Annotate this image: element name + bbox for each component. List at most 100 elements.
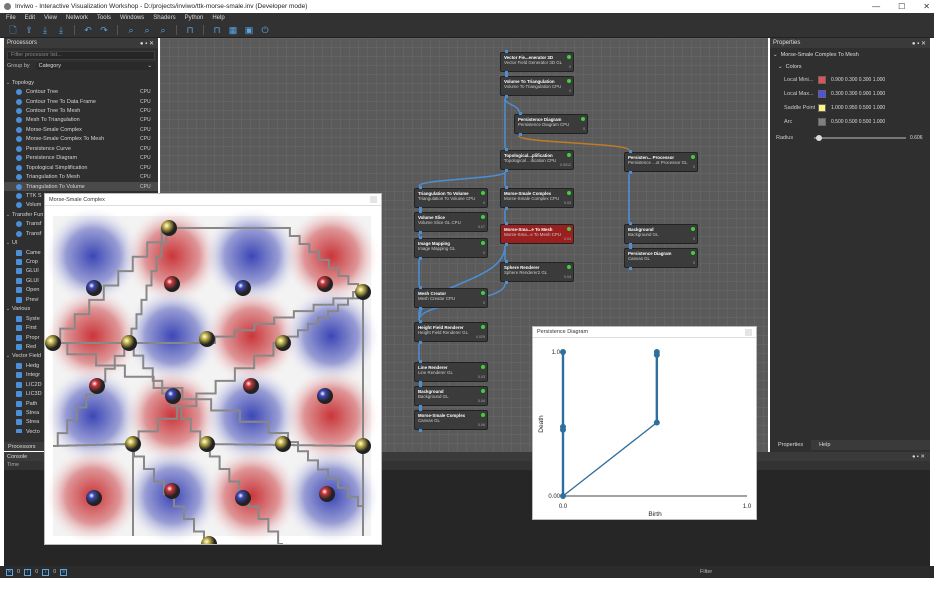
menu-edit[interactable]: Edit [25,15,35,21]
console-filter-label[interactable]: Filter [700,569,712,575]
tab-help[interactable]: Help [811,440,838,450]
tree-item[interactable]: Triangulation To Mesh CPU [4,172,158,181]
undo-icon[interactable]: ↶ [83,25,93,35]
inport[interactable] [419,408,422,411]
outport[interactable] [629,171,632,174]
info-icon[interactable]: i [42,568,50,576]
inport[interactable] [519,112,522,115]
outport[interactable] [505,207,508,210]
outport[interactable] [505,243,508,246]
group-by-select[interactable]: Category ⌄ [35,61,155,70]
processor-node[interactable]: Sphere Renderer Sphere Renderer2 GL 0.04 [500,260,574,284]
close-window-button[interactable]: ✕ [923,2,930,11]
tree-item[interactable]: Contour Tree To Mesh CPU [4,106,158,115]
processor-node[interactable]: Vector Fie...enerator 3D Vector Field Gen… [500,50,574,74]
inport[interactable] [505,50,508,53]
radius-slider-handle[interactable] [815,135,822,141]
open-icon[interactable]: ⇪ [24,25,34,35]
inport[interactable] [629,222,632,225]
processor-node[interactable]: Persistence Diagram Canvas GL 0 [624,246,698,270]
processor-node[interactable]: Height Field Renderer Height Field Render… [414,320,488,344]
save-icon[interactable]: ⤓ [40,25,50,35]
tree-item[interactable]: Persistence Curve CPU [4,144,158,153]
color-swatch[interactable] [818,90,826,98]
close-icon[interactable] [370,196,377,203]
inport[interactable] [419,384,422,387]
save-as-icon[interactable]: ⤓ [56,25,66,35]
chevron-down-icon[interactable]: ⌄ [4,306,12,312]
processor-node[interactable]: Background Background GL 0 [624,222,698,246]
inport[interactable] [505,222,508,225]
tree-item[interactable]: Persistence Diagram CPU [4,154,158,163]
processor-node[interactable]: Background Background GL 0.04 [414,384,488,408]
morse-smale-canvas-window[interactable]: Morse-Smale Complex [43,193,382,552]
lock-icon[interactable]: ⊓ [212,25,222,35]
menu-view[interactable]: View [44,15,57,21]
color-property-value[interactable]: 1.000 0.950 0.500 1.000 [831,105,885,111]
color-property-value[interactable]: 0.300 0.300 0.900 1.000 [831,91,885,97]
outport[interactable] [419,429,422,432]
warning-icon[interactable]: ! [24,568,32,576]
error-icon[interactable]: ✕ [6,568,13,576]
inport[interactable] [505,148,508,151]
colors-group-header[interactable]: ⌄ Colors [770,61,930,73]
tree-item[interactable]: Contour Tree CPU [4,87,158,96]
tree-category[interactable]: ⌄ Topology [4,78,158,87]
processor-filter-input[interactable]: Filter processor list... [7,51,155,60]
tree-item[interactable]: Topological Simplification CPU [4,163,158,172]
processor-node[interactable]: Morse-Smale Complex Canvas GL 0.06 [414,408,488,432]
color-swatch[interactable] [818,104,826,112]
dock-controls-icon[interactable]: ● ▪ ✕ [912,40,926,47]
clear-log-icon[interactable]: ≡ [60,568,68,576]
color-swatch[interactable] [818,118,826,126]
new-file-icon[interactable]: 🗋 [8,25,18,35]
inport[interactable] [419,360,422,363]
tree-item[interactable]: Morse-Smale Complex CPU [4,125,158,134]
chevron-down-icon[interactable]: ⌄ [4,240,12,246]
color-swatch[interactable] [818,76,826,84]
chevron-down-icon[interactable]: ⌄ [4,80,12,86]
processor-node[interactable]: Persisten... Processor Persistence ...ot … [624,150,698,174]
maximize-button[interactable]: ☐ [898,2,905,11]
tree-item[interactable]: Morse-Smale Complex To Mesh CPU [4,135,158,144]
tree-item[interactable]: Triangulation To Volume CPU [4,181,158,192]
redo-icon[interactable]: ↷ [99,25,109,35]
outport[interactable] [629,267,632,270]
radius-slider[interactable] [814,135,906,141]
inport[interactable] [629,150,632,153]
tree-item[interactable]: Mesh To Triangulation CPU [4,116,158,125]
tree-item[interactable]: Contour Tree To Data Frame CPU [4,97,158,106]
inport[interactable] [419,186,422,189]
inport[interactable] [505,74,508,77]
dock-controls-icon[interactable]: ● ▪ ✕ [140,40,154,47]
outport[interactable] [419,231,422,234]
outport[interactable] [419,307,422,310]
processor-node[interactable]: Volume To Triangulation Volume To Triangu… [500,74,574,98]
menu-network[interactable]: Network [66,15,88,21]
menu-help[interactable]: Help [212,15,224,21]
processor-group-header[interactable]: ⌄ Morse-Smale Complex To Mesh [770,48,930,61]
processor-node[interactable]: Persistence Diagram Persistence Diagram C… [514,112,588,136]
processor-node[interactable]: Triangulation To Volume Triangulation To … [414,186,488,210]
menu-tools[interactable]: Tools [97,15,111,21]
outport[interactable] [519,133,522,136]
chevron-down-icon[interactable]: ⌄ [4,353,12,359]
tab-processors[interactable]: Processors [8,444,36,450]
tab-properties[interactable]: Properties [770,440,812,450]
inport[interactable] [419,236,422,239]
inport[interactable] [419,320,422,323]
menu-windows[interactable]: Windows [120,15,144,21]
close-icon[interactable] [745,329,752,336]
inport[interactable] [505,186,508,189]
processor-node[interactable]: Volume Slice Volume Slice GL CPU 0.07 [414,210,488,234]
processor-node[interactable]: Morse-Sma...e To Mesh Morse-Sma...e To Me… [500,222,574,246]
outport[interactable] [505,281,508,284]
outport[interactable] [505,169,508,172]
processor-node[interactable]: Image Mapping Image Mapping GL 0 [414,236,488,260]
radius-value[interactable]: 0.606 [910,135,923,141]
zoom-fit-icon[interactable]: ⌕ [126,25,136,35]
grid-icon[interactable]: ▦ [228,25,238,35]
inport[interactable] [505,260,508,263]
power-icon[interactable]: ⏻ [260,25,270,35]
processor-node[interactable]: Morse-Smale Complex Morse-Smale Complex C… [500,186,574,210]
